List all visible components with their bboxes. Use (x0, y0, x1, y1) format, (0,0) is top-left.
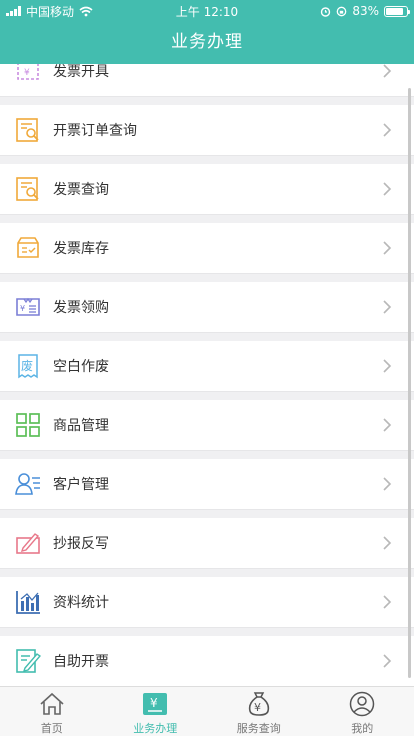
tab-business[interactable]: ¥ 业务办理 (104, 687, 208, 736)
menu-list: ¥ 发票开具 开票订单查询 发票查询 发票库存 ¥ 发票领购 废 空白作废 商品… (0, 64, 414, 686)
menu-item-invoice-issue[interactable]: ¥ 发票开具 (0, 64, 414, 97)
tab-service-query[interactable]: ¥ 服务查询 (207, 687, 311, 736)
menu-item-blank-void[interactable]: 废 空白作废 (0, 341, 414, 392)
customer-icon (15, 471, 41, 497)
void-icon: 废 (15, 353, 41, 379)
chevron-right-icon (383, 359, 392, 373)
svg-text:¥: ¥ (20, 304, 25, 313)
app-header: 中国移动 上午 12:10 83% 业务办理 (0, 0, 414, 64)
clock: 上午 12:10 (175, 5, 239, 19)
chevron-right-icon (383, 595, 392, 609)
status-bar: 中国移动 上午 12:10 83% (0, 0, 414, 22)
menu-item-invoice-query[interactable]: 发票查询 (0, 164, 414, 215)
menu-item-invoice-inventory[interactable]: 发票库存 (0, 223, 414, 274)
tab-label: 首页 (40, 722, 63, 735)
grid-icon (15, 412, 41, 438)
chevron-right-icon (383, 123, 392, 137)
menu-item-label: 商品管理 (53, 418, 109, 434)
menu-item-data-statistics[interactable]: 资料统计 (0, 577, 414, 628)
tab-label: 服务查询 (236, 722, 281, 735)
order-search-icon (15, 117, 41, 143)
menu-item-customer-management[interactable]: 客户管理 (0, 459, 414, 510)
chevron-right-icon (383, 241, 392, 255)
svg-text:废: 废 (21, 358, 33, 373)
chevron-right-icon (383, 536, 392, 550)
menu-item-label: 开票订单查询 (53, 123, 137, 139)
chevron-right-icon (383, 300, 392, 314)
menu-item-invoice-purchase[interactable]: ¥ 发票领购 (0, 282, 414, 333)
menu-item-product-management[interactable]: 商品管理 (0, 400, 414, 451)
menu-item-label: 客户管理 (53, 477, 109, 493)
menu-item-label: 抄报反写 (53, 536, 109, 552)
menu-item-label: 资料统计 (53, 595, 109, 611)
chevron-right-icon (383, 477, 392, 491)
menu-item-label: 发票开具 (53, 64, 109, 80)
invoice-purchase-icon: ¥ (15, 294, 41, 320)
money-bag-icon: ¥ (246, 691, 272, 717)
self-invoice-icon (15, 648, 41, 674)
chevron-right-icon (383, 64, 392, 78)
svg-text:¥: ¥ (24, 68, 30, 78)
user-icon (349, 691, 375, 717)
svg-text:¥: ¥ (254, 701, 261, 714)
menu-item-label: 自助开票 (53, 654, 109, 670)
invoice-issue-icon: ¥ (15, 64, 41, 84)
bar-chart-icon (15, 589, 41, 615)
tab-home[interactable]: 首页 (0, 687, 104, 736)
business-icon: ¥ (142, 691, 168, 717)
menu-item-label: 空白作废 (53, 359, 109, 375)
menu-item-order-query[interactable]: 开票订单查询 (0, 105, 414, 156)
inventory-box-icon (15, 235, 41, 261)
chevron-right-icon (383, 654, 392, 668)
menu-item-self-invoice[interactable]: 自助开票 (0, 636, 414, 686)
home-icon (39, 691, 65, 717)
menu-item-label: 发票查询 (53, 182, 109, 198)
scrollbar[interactable] (408, 88, 411, 678)
menu-item-report-writeback[interactable]: 抄报反写 (0, 518, 414, 569)
menu-item-label: 发票领购 (53, 300, 109, 316)
chevron-right-icon (383, 182, 392, 196)
tab-mine[interactable]: 我的 (311, 687, 414, 736)
invoice-search-icon (15, 176, 41, 202)
report-icon (15, 530, 41, 556)
chevron-right-icon (383, 418, 392, 432)
tab-label: 业务办理 (133, 722, 178, 735)
menu-item-label: 发票库存 (53, 241, 109, 257)
tab-label: 我的 (351, 722, 374, 735)
page-title: 业务办理 (171, 32, 243, 52)
tab-bar: 首页 ¥ 业务办理 ¥ 服务查询 我的 (0, 686, 414, 736)
svg-text:¥: ¥ (150, 696, 158, 710)
battery-icon (384, 5, 410, 17)
